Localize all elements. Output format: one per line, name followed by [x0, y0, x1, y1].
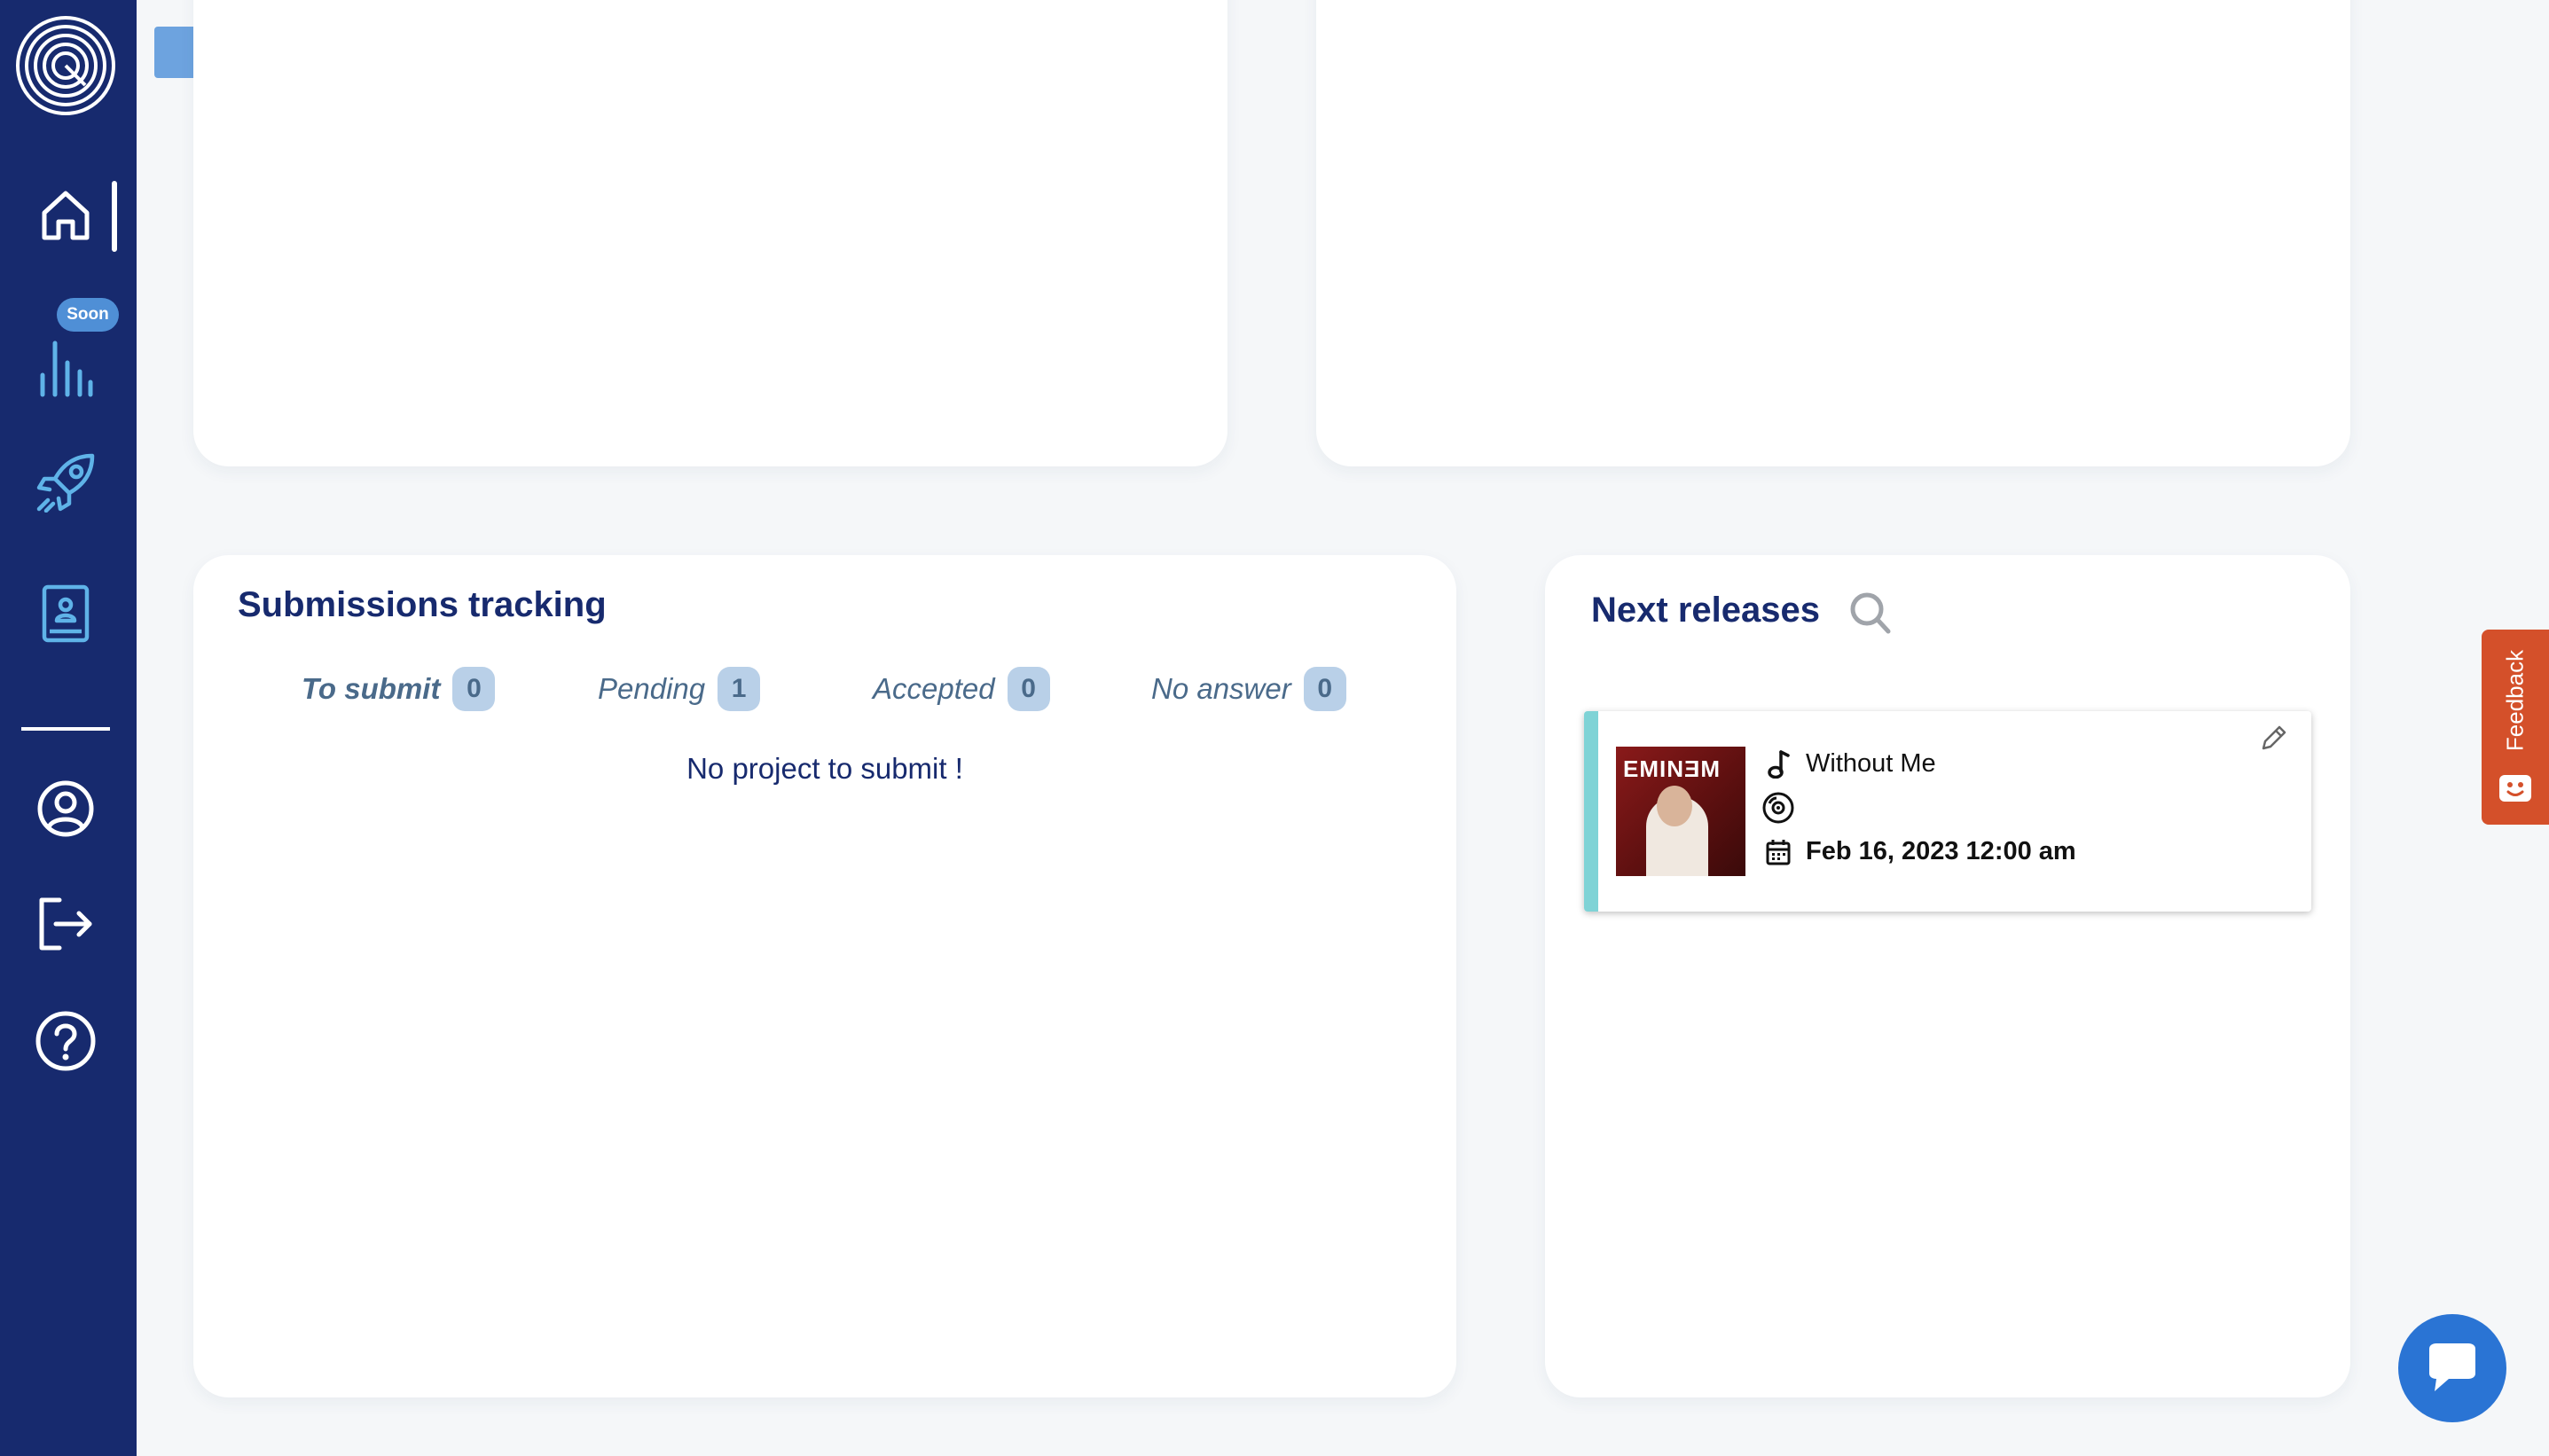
tab-label: To submit — [302, 672, 441, 705]
bar-chart-icon — [40, 341, 93, 397]
feedback-tab[interactable]: Feedback — [2482, 630, 2549, 825]
chat-bubble-icon — [2429, 1343, 2475, 1391]
sidebar-divider — [21, 727, 110, 731]
tab-label: Accepted — [873, 672, 995, 705]
edit-release-button[interactable] — [2260, 724, 2288, 756]
app-logo[interactable] — [14, 14, 117, 117]
release-date: Feb 16, 2023 12:00 am — [1806, 837, 2076, 865]
release-title: Without Me — [1806, 748, 1936, 778]
tab-label: No answer — [1151, 672, 1291, 705]
calendar-icon — [1766, 839, 1791, 865]
search-icon — [1850, 592, 1891, 634]
sidebar-item-profile[interactable] — [21, 764, 110, 853]
tab-count: 0 — [1007, 667, 1050, 711]
tab-pending[interactable]: Pending 1 — [598, 665, 761, 713]
release-format-row — [1761, 791, 1795, 825]
search-releases-button[interactable] — [1848, 591, 1893, 641]
sidebar-item-help[interactable] — [21, 997, 110, 1085]
pencil-icon — [2262, 725, 2286, 750]
submissions-title: Submissions tracking — [238, 585, 607, 624]
tab-label: Pending — [598, 672, 706, 705]
release-cover: EMINƎM — [1616, 747, 1745, 876]
sidebar-item-logout[interactable] — [21, 880, 110, 968]
dashboard-card-top-left — [193, 0, 1227, 466]
tab-count: 0 — [452, 667, 496, 711]
releases-title: Next releases — [1591, 591, 1820, 630]
tab-accepted[interactable]: Accepted 0 — [873, 665, 1050, 713]
chat-button[interactable] — [2398, 1314, 2506, 1422]
sidebar-item-campaigns[interactable] — [21, 438, 110, 527]
empty-message: No project to submit ! — [686, 752, 963, 785]
sidebar-item-stats[interactable] — [21, 323, 110, 411]
music-note-icon — [1768, 750, 1790, 779]
cover-text: EMINƎM — [1623, 755, 1721, 782]
tab-count: 1 — [718, 667, 761, 711]
user-circle-icon — [37, 780, 94, 837]
feedback-face-icon — [2499, 775, 2531, 802]
release-title-row: Without Me — [1765, 748, 1936, 779]
dashboard-card-top-right — [1316, 0, 2350, 466]
contact-book-icon — [42, 584, 90, 643]
home-icon — [42, 191, 90, 240]
logo-icon — [16, 16, 115, 115]
logout-icon — [39, 897, 92, 951]
release-item[interactable]: EMINƎM Without Me Feb 16, 2023 12:00 am — [1584, 711, 2311, 912]
release-date-row: Feb 16, 2023 12:00 am — [1765, 837, 2076, 866]
releases-card — [1545, 555, 2350, 1397]
help-icon — [35, 1011, 96, 1071]
rocket-icon — [36, 453, 95, 513]
feedback-label: Feedback — [2501, 649, 2529, 752]
release-accent — [1584, 711, 1598, 912]
tab-count: 0 — [1303, 667, 1346, 711]
vinyl-disc-icon — [1762, 792, 1794, 824]
cover-figure-head — [1657, 786, 1692, 826]
sidebar-item-contacts[interactable] — [21, 569, 110, 658]
sidebar-item-home[interactable] — [21, 170, 110, 259]
tab-no-answer[interactable]: No answer 0 — [1151, 665, 1346, 713]
sidebar: Soon — [0, 0, 137, 1456]
tab-to-submit[interactable]: To submit 0 — [302, 665, 496, 713]
active-indicator — [112, 181, 117, 252]
